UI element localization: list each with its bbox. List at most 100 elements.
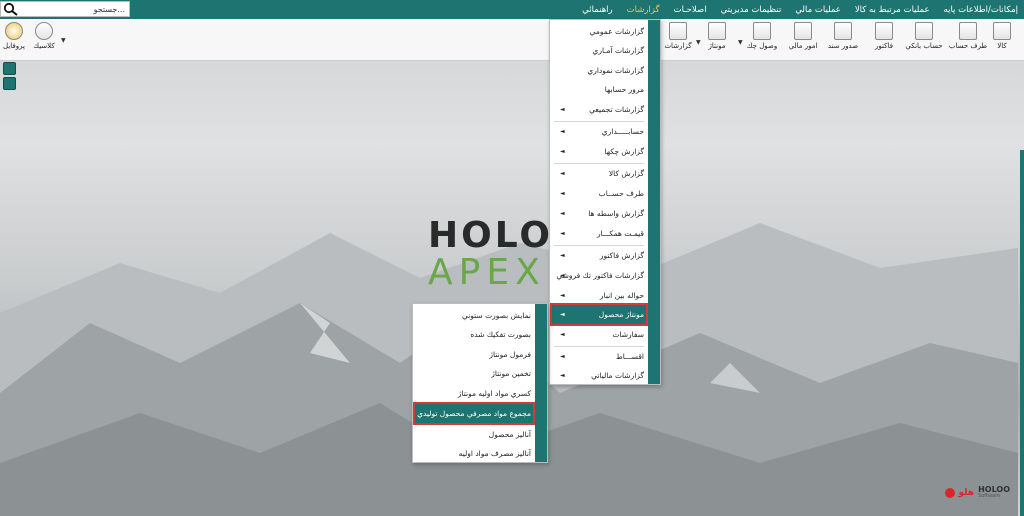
profile-button-label: پروفايل xyxy=(3,42,25,50)
reports-item-orders-label: سفارشات xyxy=(612,330,644,339)
reports-item-goods-label: گزارش كالا xyxy=(608,169,644,178)
assembly-item-formula-label: فرمول مونتاژ xyxy=(489,350,531,359)
brand-en: HOLOO Software xyxy=(978,486,1010,500)
menu-base-info[interactable]: إمكانات/اطلاعات پايه xyxy=(944,5,1018,15)
reports-item-general-label: گزارشات عمومي xyxy=(589,27,644,36)
reports-item-tax-label: گزارشات مالياتي xyxy=(591,371,644,380)
assembly-button[interactable]: مونتاژ xyxy=(703,22,731,50)
assembly-button-label: مونتاژ xyxy=(708,42,726,50)
receive-check-button-label: وصول چك xyxy=(746,42,778,50)
bank-account-button[interactable]: حساب بانكي xyxy=(905,22,943,50)
reports-item-general[interactable]: گزارشات عمومي xyxy=(590,22,644,41)
assembly-submenu-rail xyxy=(535,304,547,462)
assembly-item-product-analysis[interactable]: آناليز محصول xyxy=(489,425,531,444)
finance-button[interactable]: امور مالي xyxy=(789,22,817,50)
reports-item-product-assembly[interactable]: ◄ مونتاژ محصول xyxy=(550,303,648,326)
brand-fa: هلو xyxy=(958,488,975,498)
box-icon xyxy=(993,22,1011,40)
reports-item-statistical-label: گزارشات آمـاري xyxy=(592,46,644,55)
reports-item-aggregate[interactable]: ◄ گزارشات تجميعي xyxy=(556,100,644,119)
submenu-arrow-icon: ◄ xyxy=(560,272,565,279)
reports-item-statistical[interactable]: گزارشات آمـاري xyxy=(592,41,644,60)
reports-item-checks[interactable]: ◄ گزارش چكها xyxy=(556,142,644,161)
assembly-item-estimate-label: تخمين مونتاژ xyxy=(491,369,531,378)
reports-item-brokers-label: گزارش واسطه ها xyxy=(588,209,644,218)
assembly-item-total-consumed[interactable]: مجموع مواد مصرفي محصول توليدي xyxy=(413,402,535,425)
search-icon[interactable] xyxy=(3,2,19,16)
reports-item-installments[interactable]: ◄ اقســـاط xyxy=(556,347,644,366)
submenu-arrow-icon: ◄ xyxy=(560,148,565,155)
submenu-arrow-icon: ◄ xyxy=(560,210,565,217)
reports-item-tax[interactable]: ◄ گزارشات مالياتي xyxy=(556,366,644,385)
user-icon[interactable] xyxy=(3,77,16,90)
reports-item-accounts-review-label: مرور حسابها xyxy=(604,85,644,94)
finance-button-label: امور مالي xyxy=(788,42,818,50)
search-box[interactable]: جستجو... xyxy=(0,1,130,17)
reports-item-accounting[interactable]: ◄ حسابـــــداري xyxy=(556,122,644,141)
reports-item-charts-label: گزارشات نموداري xyxy=(587,66,644,75)
assembly-item-formula[interactable]: فرمول مونتاژ xyxy=(489,345,531,364)
brand-footer-logo: هلو HOLOO Software xyxy=(944,486,1010,500)
reports-item-brokers[interactable]: ◄ گزارش واسطه ها xyxy=(556,204,644,223)
menu-help[interactable]: راهنمائي xyxy=(582,5,612,15)
submenu-arrow-icon: ◄ xyxy=(560,128,565,135)
menu-goods-ops[interactable]: عمليات مرتبط به كالا xyxy=(855,5,930,15)
menu-reports[interactable]: گزارشات xyxy=(627,5,660,15)
finance-icon xyxy=(794,22,812,40)
submenu-arrow-icon: ◄ xyxy=(560,353,565,360)
assembly-dropdown-icon[interactable]: ▼ xyxy=(696,39,701,46)
bank-icon xyxy=(915,22,933,40)
info-icon[interactable] xyxy=(3,62,16,75)
reports-item-orders[interactable]: ◄ سفارشات xyxy=(556,325,644,344)
assembly-item-total-consumed-label: مجموع مواد مصرفي محصول توليدي xyxy=(417,409,531,418)
receive-check-button[interactable]: وصول چك xyxy=(746,22,778,50)
menu-financial-ops[interactable]: عمليات مالي xyxy=(795,5,840,15)
reports-button[interactable]: گزارشات xyxy=(664,22,692,50)
receive-check-dropdown-icon[interactable]: ▼ xyxy=(738,39,743,46)
reports-item-installments-label: اقســـاط xyxy=(615,352,644,361)
brand-en-sub: Software xyxy=(978,493,1001,499)
assembly-item-column-view[interactable]: نمايش بصورت ستوني xyxy=(462,306,531,325)
bank-account-button-label: حساب بانكي xyxy=(905,42,943,50)
document-icon xyxy=(834,22,852,40)
assembly-submenu: نمايش بصورت ستوني بصورت تفكيك شده فرمول … xyxy=(412,303,548,463)
reports-item-party[interactable]: ◄ طرف حســاب xyxy=(556,184,644,203)
invoice-button-label: فاكتور xyxy=(875,42,893,50)
assembly-item-raw-consumption-analysis[interactable]: آناليز مصرف مواد اوليه xyxy=(459,444,531,463)
theme-dropdown-icon[interactable]: ▼ xyxy=(61,37,66,44)
reports-item-goods[interactable]: ◄ گزارش كالا xyxy=(556,164,644,183)
submenu-arrow-icon: ◄ xyxy=(560,252,565,259)
reports-button-label: گزارشات xyxy=(664,42,692,50)
issue-document-button-label: صدور سند xyxy=(827,42,859,50)
submenu-arrow-icon: ◄ xyxy=(560,170,565,177)
reports-item-warehouse-transfer[interactable]: ◄ حواله بين انبار xyxy=(556,286,644,305)
reports-item-invoice[interactable]: ◄ گزارش فاكتور xyxy=(556,246,644,265)
goods-button-label: كالا xyxy=(997,42,1007,50)
reports-item-partner-price[interactable]: ◄ قيمـت همكـــار xyxy=(556,224,644,243)
goods-button[interactable]: كالا xyxy=(988,22,1016,50)
assembly-item-estimate[interactable]: تخمين مونتاژ xyxy=(491,364,531,383)
invoice-button[interactable]: فاكتور xyxy=(870,22,898,50)
reports-item-accounts-review[interactable]: مرور حسابها xyxy=(605,80,644,99)
menu-admin-settings[interactable]: تنظيمات مديريتي xyxy=(721,5,782,15)
submenu-arrow-icon: ◄ xyxy=(560,311,565,318)
check-icon xyxy=(753,22,771,40)
person-icon xyxy=(959,22,977,40)
assembly-item-raw-shortage-label: كسري مواد اوليه مونتاژ xyxy=(457,389,531,398)
reports-item-invoice-label: گزارش فاكتور xyxy=(599,251,644,260)
reports-item-charts[interactable]: گزارشات نموداري xyxy=(587,61,644,80)
palette-icon xyxy=(35,22,53,40)
reports-item-single-sale-invoice[interactable]: ◄ گزارشات فاكتور تك فروشي xyxy=(556,266,644,285)
toolbar: كالا طرف حساب حساب بانكي فاكتور صدور سند… xyxy=(0,19,1024,61)
reports-item-product-assembly-label: مونتاژ محصول xyxy=(598,310,644,319)
assembly-item-breakdown[interactable]: بصورت تفكيك شده xyxy=(470,325,531,344)
menu-corrections[interactable]: اصلاحـات xyxy=(674,5,707,15)
search-placeholder[interactable]: جستجو... xyxy=(19,5,129,14)
assembly-item-raw-shortage[interactable]: كسري مواد اوليه مونتاژ xyxy=(458,384,531,403)
assembly-icon xyxy=(708,22,726,40)
classic-theme-button[interactable]: كلاسيك xyxy=(30,22,58,50)
submenu-arrow-icon: ◄ xyxy=(560,230,565,237)
profile-button[interactable]: پروفايل xyxy=(0,22,28,50)
issue-document-button[interactable]: صدور سند xyxy=(827,22,859,50)
party-button[interactable]: طرف حساب xyxy=(949,22,987,50)
